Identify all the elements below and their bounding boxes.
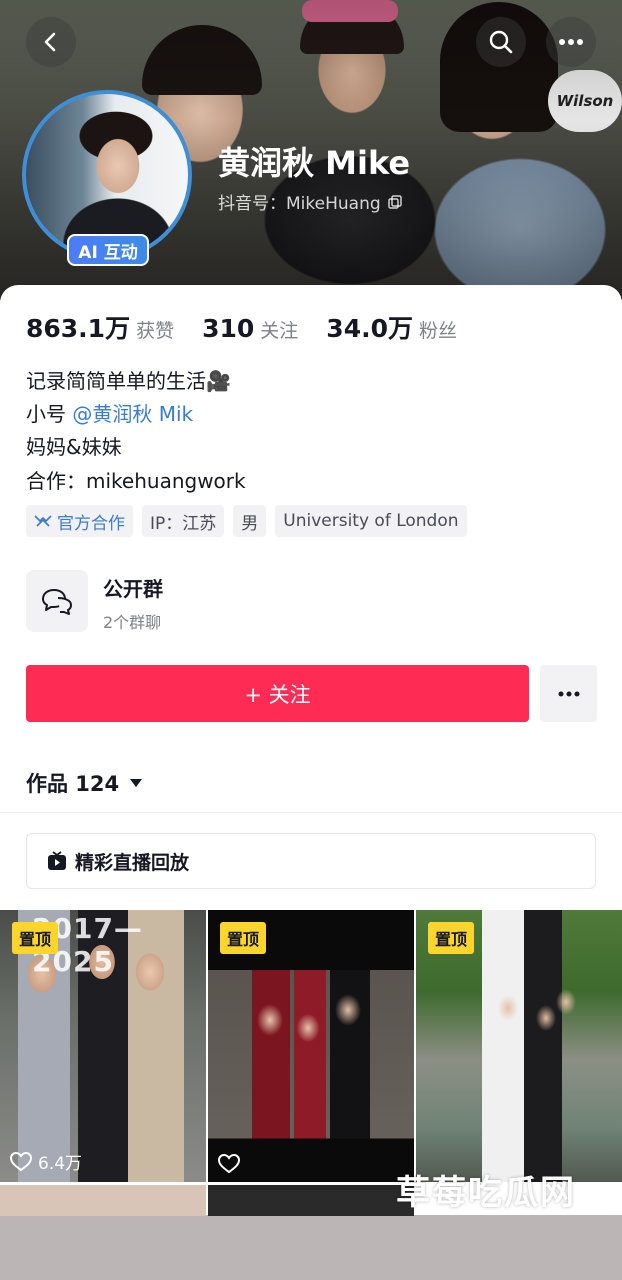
bio-line-4: 合作：mikehuangwork	[26, 469, 246, 493]
followers-count[interactable]: 34.0万	[326, 309, 413, 345]
likes-count[interactable]: 863.1万	[26, 309, 130, 345]
bottom-overlay	[0, 1216, 622, 1280]
bio-line-1: 记录简简单单的生活🎥	[26, 369, 231, 393]
pinned-badge: 置顶	[428, 922, 475, 954]
thumbnail-overlay-text: 2017—2025	[32, 912, 143, 978]
tag-ip-location: IP：江苏	[142, 505, 225, 537]
tag-official-cooperation[interactable]: 官方合作	[26, 505, 133, 537]
tag-school[interactable]: University of London	[275, 505, 467, 537]
video-likes	[218, 1154, 246, 1174]
video-thumbnail-3[interactable]: 置顶	[416, 910, 622, 1182]
video-thumbnail-1[interactable]: 2017—2025 置顶 6.4万	[0, 910, 206, 1182]
site-watermark: 草莓吃瓜网	[396, 1173, 576, 1213]
live-replay-button[interactable]: 精彩直播回放	[26, 833, 596, 889]
follow-button[interactable]: + 关注	[26, 665, 529, 722]
ai-interaction-badge[interactable]: AI 互动	[67, 234, 149, 266]
douyin-id-row[interactable]: 抖音号：MikeHuang	[218, 189, 403, 214]
search-icon	[489, 30, 513, 54]
chat-bubbles-icon	[42, 589, 72, 615]
following-label: 关注	[260, 320, 299, 342]
tag-row: 官方合作 IP：江苏 男 University of London	[26, 505, 467, 537]
more-dots-icon	[558, 691, 579, 696]
more-dots-icon	[559, 39, 583, 45]
profile-name: 黄润秋 Mike	[218, 144, 411, 182]
back-button[interactable]	[26, 17, 76, 67]
works-tab[interactable]: 作品 124	[26, 768, 143, 798]
handshake-icon	[34, 515, 52, 527]
caret-down-icon	[130, 779, 143, 787]
heart-icon	[218, 1154, 240, 1174]
live-tv-icon	[48, 851, 66, 870]
divider	[0, 812, 622, 813]
following-count[interactable]: 310	[202, 314, 254, 343]
live-replay-label: 精彩直播回放	[75, 851, 190, 874]
followers-label: 粉丝	[418, 320, 457, 342]
pinned-badge: 置顶	[12, 922, 59, 954]
stats-row: 863.1万 获赞 310 关注 34.0万 粉丝	[26, 309, 457, 345]
bio-alt-account-label: 小号	[26, 402, 73, 426]
more-actions-button[interactable]	[540, 665, 597, 722]
likes-label: 获赞	[136, 320, 175, 342]
bio-line-3: 妈妈&妹妹	[26, 435, 122, 459]
heart-icon	[10, 1151, 32, 1171]
chevron-left-icon	[44, 32, 56, 52]
video-thumbnail-2[interactable]: 置顶	[208, 910, 414, 1182]
works-label: 作品 124	[26, 772, 120, 796]
copy-icon[interactable]	[387, 194, 403, 210]
group-chat-button[interactable]	[26, 570, 88, 632]
group-title[interactable]: 公开群	[103, 573, 163, 602]
video-thumbnail-4[interactable]	[0, 1185, 206, 1216]
douyin-id-text: 抖音号：MikeHuang	[218, 194, 381, 214]
search-button[interactable]	[476, 17, 526, 67]
bio-line-2: 小号 @黄润秋 Mik	[26, 398, 193, 427]
video-likes: 6.4万	[10, 1149, 82, 1174]
tag-label: 官方合作	[57, 513, 125, 534]
more-options-button[interactable]	[546, 17, 596, 67]
pinned-badge: 置顶	[220, 922, 267, 954]
likes-count-text: 6.4万	[38, 1154, 83, 1174]
group-subtitle: 2个群聊	[103, 613, 162, 632]
mention-link[interactable]: @黄润秋 Mik	[72, 402, 193, 426]
video-thumbnail-5[interactable]	[208, 1185, 414, 1216]
tag-gender: 男	[233, 505, 267, 537]
